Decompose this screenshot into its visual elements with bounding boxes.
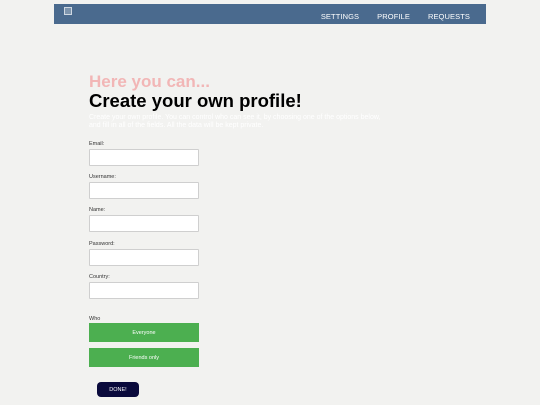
hero-description: Create your own profile. You can control… xyxy=(89,114,381,129)
country-field[interactable] xyxy=(89,282,199,299)
nav-profile[interactable]: PROFILE xyxy=(377,12,410,21)
everyone-button[interactable]: Everyone xyxy=(89,323,199,342)
email-field[interactable] xyxy=(89,149,199,166)
username-field[interactable] xyxy=(89,182,199,199)
name-label: Name: xyxy=(89,207,106,213)
username-label: Username: xyxy=(89,174,116,180)
page: SETTINGS PROFILE REQUESTS Here you can..… xyxy=(54,4,486,405)
friends-only-button[interactable]: Friends only xyxy=(89,348,199,367)
done-button[interactable]: DONE! xyxy=(97,382,139,397)
page-title: Create your own profile! xyxy=(89,90,302,111)
email-label: Email: xyxy=(89,141,105,147)
name-field[interactable] xyxy=(89,215,199,232)
hero-pre-title: Here you can... xyxy=(89,72,210,91)
password-field[interactable] xyxy=(89,249,199,266)
broken-image-icon[interactable] xyxy=(64,7,72,15)
nav-links: SETTINGS PROFILE REQUESTS xyxy=(321,12,470,21)
navbar: SETTINGS PROFILE REQUESTS xyxy=(54,4,486,24)
password-label: Password: xyxy=(89,241,115,247)
nav-requests[interactable]: REQUESTS xyxy=(428,12,470,21)
country-label: Country: xyxy=(89,274,110,280)
nav-settings[interactable]: SETTINGS xyxy=(321,12,359,21)
